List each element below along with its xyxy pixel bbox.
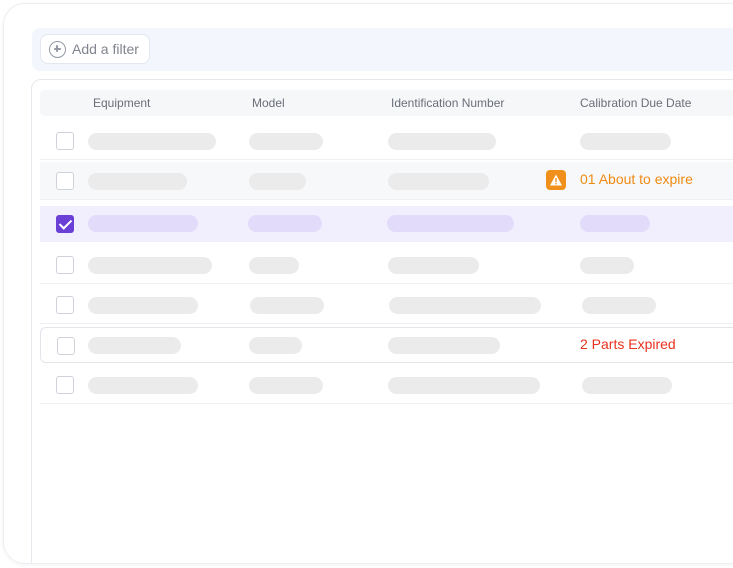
row-checkbox[interactable] — [56, 172, 74, 190]
table-row[interactable]: 01 About to expire — [40, 162, 733, 200]
id-number-placeholder — [388, 257, 479, 274]
filter-bar: Add a filter — [32, 28, 733, 71]
id-number-placeholder — [389, 297, 541, 314]
model-placeholder — [249, 337, 302, 354]
table-row[interactable] — [40, 366, 733, 404]
equipment-placeholder — [88, 133, 216, 150]
row-checkbox[interactable] — [56, 256, 74, 274]
table-row-expired[interactable]: 2 Parts Expired — [40, 327, 733, 363]
id-number-placeholder — [388, 133, 496, 150]
equipment-placeholder — [88, 337, 181, 354]
due-date-placeholder — [582, 377, 672, 394]
row-checkbox[interactable] — [56, 376, 74, 394]
row-checkbox[interactable] — [57, 337, 75, 355]
add-filter-label: Add a filter — [72, 41, 139, 57]
add-filter-button[interactable]: Add a filter — [40, 34, 150, 64]
warning-triangle-icon — [546, 170, 566, 190]
column-header-identification-number[interactable]: Identification Number — [391, 96, 504, 110]
content-card: Add a filter Equipment Model Identificat… — [3, 3, 733, 564]
model-placeholder — [248, 215, 322, 232]
model-placeholder — [249, 377, 323, 394]
model-placeholder — [249, 133, 323, 150]
model-placeholder — [249, 173, 306, 190]
due-date-placeholder — [582, 297, 656, 314]
table-row-selected[interactable] — [40, 206, 733, 242]
due-date-placeholder — [580, 257, 634, 274]
row-checkbox-checked[interactable] — [56, 215, 74, 233]
table-row[interactable] — [40, 122, 733, 160]
equipment-placeholder — [88, 257, 212, 274]
equipment-placeholder — [88, 215, 198, 232]
id-number-placeholder — [387, 215, 514, 232]
calibration-status-expired: 2 Parts Expired — [580, 336, 676, 352]
calibration-status-warning: 01 About to expire — [580, 171, 693, 187]
model-placeholder — [249, 257, 299, 274]
equipment-placeholder — [88, 297, 198, 314]
row-checkbox[interactable] — [56, 296, 74, 314]
row-checkbox[interactable] — [56, 132, 74, 150]
id-number-placeholder — [388, 173, 489, 190]
column-header-calibration-due-date[interactable]: Calibration Due Date — [580, 96, 691, 110]
table-row[interactable] — [40, 286, 733, 324]
equipment-table: Equipment Model Identification Number Ca… — [31, 79, 733, 563]
column-header-equipment[interactable]: Equipment — [93, 96, 150, 110]
id-number-placeholder — [388, 337, 500, 354]
plus-circle-icon — [49, 40, 66, 58]
table-header: Equipment Model Identification Number Ca… — [40, 90, 733, 116]
due-date-placeholder — [580, 133, 671, 150]
equipment-placeholder — [88, 377, 198, 394]
model-placeholder — [250, 297, 324, 314]
equipment-placeholder — [88, 173, 187, 190]
id-number-placeholder — [388, 377, 540, 394]
table-row[interactable] — [40, 246, 733, 284]
due-date-placeholder — [580, 215, 650, 232]
column-header-model[interactable]: Model — [252, 96, 285, 110]
